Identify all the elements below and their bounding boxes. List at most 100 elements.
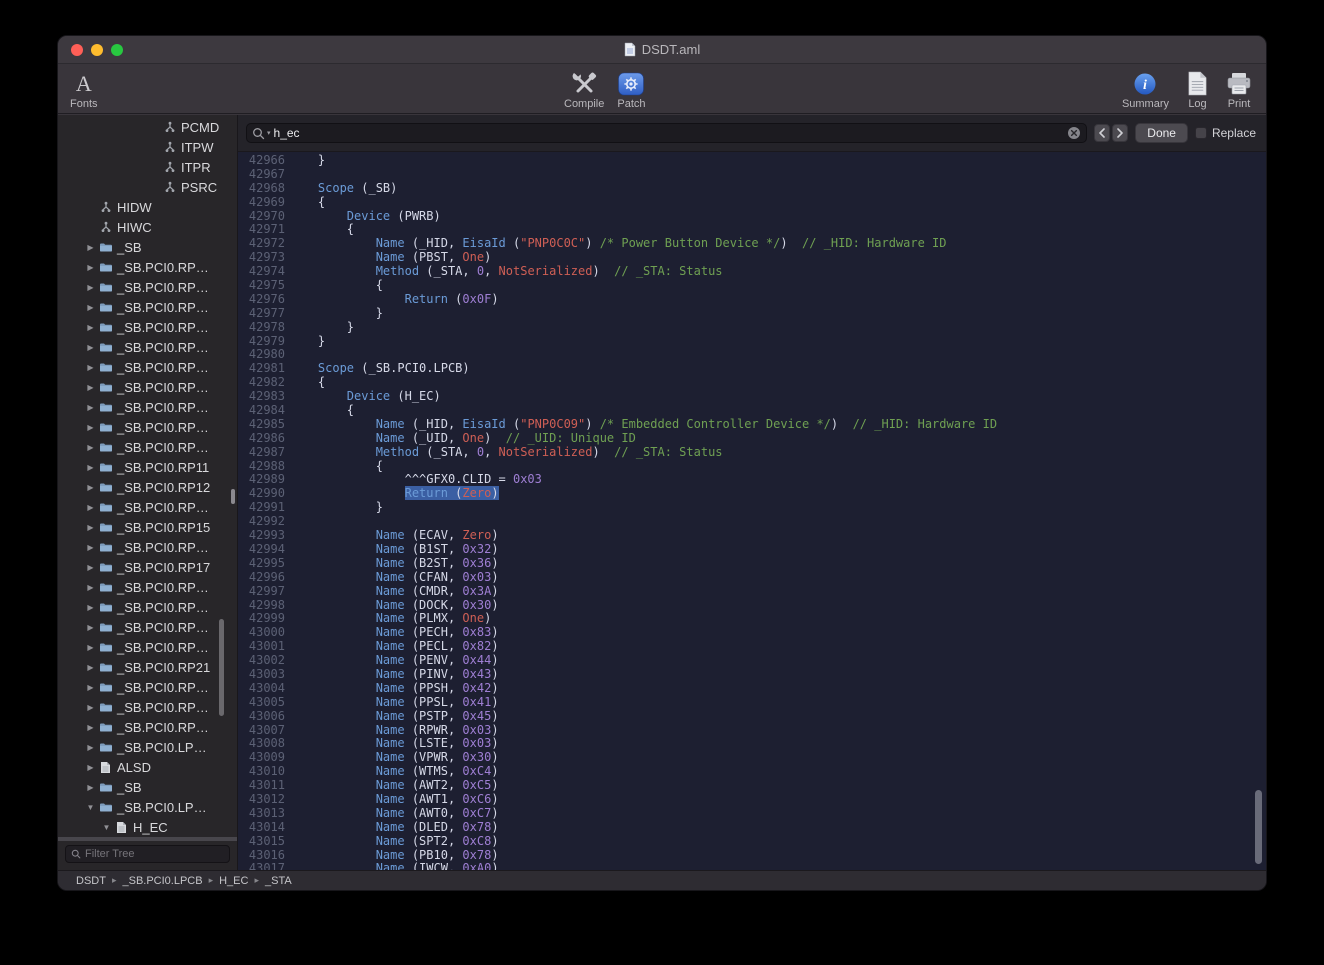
disclosure-triangle[interactable]: ▼ xyxy=(84,803,97,812)
done-button[interactable]: Done xyxy=(1135,123,1188,143)
disclosure-triangle[interactable]: ▶ xyxy=(84,483,97,492)
tree-item-sb-pci0-rp[interactable]: ▶_SB.PCI0.RP… xyxy=(58,717,237,737)
tree-item-sb[interactable]: ▶_SB xyxy=(58,237,237,257)
tree-item-sb-pci0-rp[interactable]: ▶_SB.PCI0.RP… xyxy=(58,297,237,317)
tree-item-h-ec[interactable]: ▼H_EC xyxy=(58,817,237,837)
code-line: 43000 Name (PECH, 0x83) xyxy=(238,626,1266,640)
disclosure-triangle[interactable]: ▶ xyxy=(84,743,97,752)
breadcrumb-item[interactable]: _SB.PCI0.LPCB xyxy=(122,875,202,887)
tree-item-sb-pci0-rp[interactable]: ▶_SB.PCI0.RP… xyxy=(58,697,237,717)
tree-item-psrc[interactable]: PSRC xyxy=(58,177,237,197)
search-icon[interactable] xyxy=(252,127,265,140)
disclosure-triangle[interactable]: ▶ xyxy=(84,723,97,732)
breadcrumb-item[interactable]: DSDT xyxy=(76,875,106,887)
tree-item-sb-pci0-rp[interactable]: ▶_SB.PCI0.RP… xyxy=(58,597,237,617)
method-icon xyxy=(161,161,178,173)
tree-item-itpr[interactable]: ITPR xyxy=(58,157,237,177)
tree-item-sb-pci0-rp[interactable]: ▶_SB.PCI0.RP… xyxy=(58,377,237,397)
disclosure-triangle[interactable]: ▶ xyxy=(84,383,97,392)
breadcrumb-item[interactable]: _STA xyxy=(265,875,292,887)
tree-item-sb-pci0-rp[interactable]: ▶_SB.PCI0.RP… xyxy=(58,437,237,457)
log-button[interactable]: Log xyxy=(1187,69,1208,110)
disclosure-triangle[interactable]: ▶ xyxy=(84,263,97,272)
tree-item-sb-pci0-rp11[interactable]: ▶_SB.PCI0.RP11 xyxy=(58,457,237,477)
disclosure-triangle[interactable]: ▶ xyxy=(84,463,97,472)
tree-item-sb-pci0-rp[interactable]: ▶_SB.PCI0.RP… xyxy=(58,497,237,517)
tree-item-sb-pci0-rp12[interactable]: ▶_SB.PCI0.RP12 xyxy=(58,477,237,497)
filter-tree-field[interactable] xyxy=(65,845,230,863)
disclosure-triangle[interactable]: ▶ xyxy=(84,363,97,372)
tree-item-hiwc[interactable]: HIWC xyxy=(58,217,237,237)
tree-item-sb-pci0-rp[interactable]: ▶_SB.PCI0.RP… xyxy=(58,417,237,437)
tree-item-sb-pci0-rp[interactable]: ▶_SB.PCI0.RP… xyxy=(58,637,237,657)
tree-item-sb-pci0-rp[interactable]: ▶_SB.PCI0.RP… xyxy=(58,537,237,557)
tree-item-sb-pci0-rp[interactable]: ▶_SB.PCI0.RP… xyxy=(58,677,237,697)
tree-item-sta[interactable]: _STA xyxy=(58,837,237,841)
disclosure-triangle[interactable]: ▶ xyxy=(84,783,97,792)
tree-item-itpw[interactable]: ITPW xyxy=(58,137,237,157)
breadcrumb-separator: ▸ xyxy=(254,875,259,886)
tree-item-sb-pci0-rp[interactable]: ▶_SB.PCI0.RP… xyxy=(58,277,237,297)
disclosure-triangle[interactable]: ▶ xyxy=(84,323,97,332)
disclosure-triangle[interactable]: ▼ xyxy=(100,823,113,832)
code-editor[interactable]: 42966 }4296742968 Scope (_SB)42969 {4297… xyxy=(238,152,1266,870)
replace-checkbox[interactable] xyxy=(1195,127,1207,139)
disclosure-triangle[interactable]: ▶ xyxy=(84,443,97,452)
disclosure-triangle[interactable]: ▶ xyxy=(84,343,97,352)
patch-button[interactable]: Patch xyxy=(617,69,645,110)
summary-button[interactable]: i Summary xyxy=(1122,69,1169,110)
search-input[interactable] xyxy=(274,126,1065,140)
tree-item-sb-pci0-rp[interactable]: ▶_SB.PCI0.RP… xyxy=(58,257,237,277)
tree-item-sb-pci0-lp[interactable]: ▶_SB.PCI0.LP… xyxy=(58,737,237,757)
tree-item-sb-pci0-rp[interactable]: ▶_SB.PCI0.RP… xyxy=(58,397,237,417)
zoom-button[interactable] xyxy=(111,44,123,56)
folder-icon xyxy=(97,482,114,493)
sidebar-scrollbar[interactable] xyxy=(219,619,224,716)
disclosure-triangle[interactable]: ▶ xyxy=(84,523,97,532)
tree-item-hidw[interactable]: HIDW xyxy=(58,197,237,217)
disclosure-triangle[interactable]: ▶ xyxy=(84,503,97,512)
tree-item-sb-pci0-rp[interactable]: ▶_SB.PCI0.RP… xyxy=(58,577,237,597)
tree-item-sb-pci0-rp[interactable]: ▶_SB.PCI0.RP… xyxy=(58,357,237,377)
disclosure-triangle[interactable]: ▶ xyxy=(84,403,97,412)
editor-scrollbar[interactable] xyxy=(1255,790,1262,864)
breadcrumb-item[interactable]: H_EC xyxy=(219,875,248,887)
line-number: 42996 xyxy=(238,571,289,585)
disclosure-triangle[interactable]: ▶ xyxy=(84,703,97,712)
disclosure-triangle[interactable]: ▶ xyxy=(84,563,97,572)
code-line: 43004 Name (PPSH, 0x42) xyxy=(238,682,1266,696)
tree-item-sb-pci0-rp17[interactable]: ▶_SB.PCI0.RP17 xyxy=(58,557,237,577)
tree-item-sb-pci0-lp[interactable]: ▼_SB.PCI0.LP… xyxy=(58,797,237,817)
tree-item-sb-pci0-rp[interactable]: ▶_SB.PCI0.RP… xyxy=(58,617,237,637)
compile-button[interactable]: Compile xyxy=(564,69,604,110)
find-next-button[interactable] xyxy=(1112,124,1128,142)
tree-item-alsd[interactable]: ▶ALSD xyxy=(58,757,237,777)
disclosure-triangle[interactable]: ▶ xyxy=(84,683,97,692)
disclosure-triangle[interactable]: ▶ xyxy=(84,423,97,432)
disclosure-triangle[interactable]: ▶ xyxy=(84,623,97,632)
disclosure-triangle[interactable]: ▶ xyxy=(84,583,97,592)
search-field[interactable]: ▾ xyxy=(246,123,1087,143)
disclosure-triangle[interactable]: ▶ xyxy=(84,303,97,312)
close-button[interactable] xyxy=(71,44,83,56)
disclosure-triangle[interactable]: ▶ xyxy=(84,763,97,772)
disclosure-triangle[interactable]: ▶ xyxy=(84,243,97,252)
minimize-button[interactable] xyxy=(91,44,103,56)
find-previous-button[interactable] xyxy=(1094,124,1110,142)
tree-item-sb[interactable]: ▶_SB xyxy=(58,777,237,797)
disclosure-triangle[interactable]: ▶ xyxy=(84,643,97,652)
clear-search-button[interactable] xyxy=(1067,126,1081,140)
fonts-button[interactable]: A Fonts xyxy=(70,69,98,110)
disclosure-triangle[interactable]: ▶ xyxy=(84,603,97,612)
disclosure-triangle[interactable]: ▶ xyxy=(84,663,97,672)
tree-item-sb-pci0-rp[interactable]: ▶_SB.PCI0.RP… xyxy=(58,337,237,357)
tree-item-sb-pci0-rp[interactable]: ▶_SB.PCI0.RP… xyxy=(58,317,237,337)
tree-item-pcmd[interactable]: PCMD xyxy=(58,117,237,137)
filter-tree-input[interactable] xyxy=(85,848,224,860)
disclosure-triangle[interactable]: ▶ xyxy=(84,543,97,552)
tree-item-sb-pci0-rp21[interactable]: ▶_SB.PCI0.RP21 xyxy=(58,657,237,677)
tree-item-sb-pci0-rp15[interactable]: ▶_SB.PCI0.RP15 xyxy=(58,517,237,537)
disclosure-triangle[interactable]: ▶ xyxy=(84,283,97,292)
print-button[interactable]: Print xyxy=(1226,69,1252,110)
splitter-handle[interactable] xyxy=(231,489,235,504)
